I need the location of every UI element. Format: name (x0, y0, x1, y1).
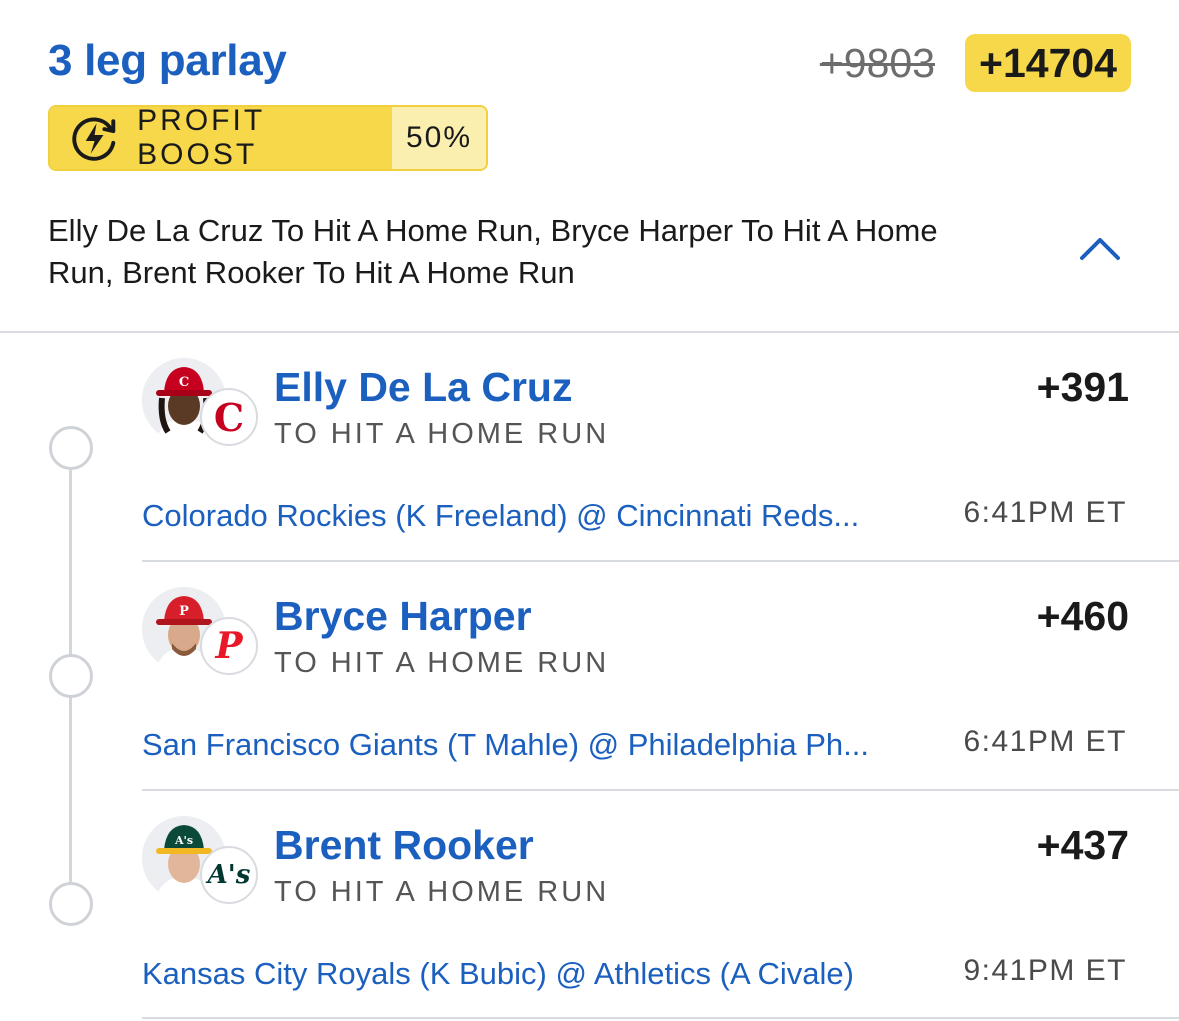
market-label: TO HIT A HOME RUN (274, 876, 610, 908)
svg-text:P: P (179, 604, 189, 619)
profit-boost-percent: 50% (392, 107, 486, 169)
lightning-bolt-icon (72, 117, 116, 161)
market-label: TO HIT A HOME RUN (274, 418, 610, 450)
player-name[interactable]: Elly De La Cruz (274, 364, 572, 411)
player-name[interactable]: Bryce Harper (274, 593, 532, 640)
market-label: TO HIT A HOME RUN (274, 647, 610, 679)
profit-boost-main: PROFIT BOOST (50, 107, 392, 169)
divider (142, 1017, 1179, 1019)
leg-odds: +391 (1036, 364, 1129, 410)
svg-text:A's: A's (174, 834, 193, 847)
leg-odds: +437 (1036, 822, 1129, 868)
timeline-node (49, 426, 93, 470)
leg-item[interactable]: C C Elly De La Cruz TO HIT A HOME RUN +3… (142, 334, 1179, 562)
game-matchup-link[interactable]: San Francisco Giants (T Mahle) @ Philade… (142, 727, 869, 763)
profit-boost-label: PROFIT BOOST (137, 105, 265, 171)
svg-text:C: C (179, 375, 189, 390)
divider (142, 789, 1179, 791)
team-logo-text: A's (207, 860, 251, 890)
game-time: 6:41PM ET (963, 725, 1127, 758)
chevron-up-icon[interactable] (1078, 234, 1122, 262)
team-logo: A's (200, 846, 258, 904)
player-name[interactable]: Brent Rooker (274, 822, 534, 869)
boosted-odds-badge: +14704 (965, 34, 1131, 92)
timeline-node (49, 882, 93, 926)
parlay-summary: Elly De La Cruz To Hit A Home Run, Bryce… (48, 213, 938, 290)
parlay-title[interactable]: 3 leg parlay (48, 36, 287, 86)
parlay-card: 3 leg parlay +9803 +14704 PROFIT BOOST 5… (0, 0, 1179, 1021)
original-odds: +9803 (819, 40, 935, 86)
profit-boost-badge: PROFIT BOOST 50% (48, 105, 488, 171)
game-matchup-link[interactable]: Colorado Rockies (K Freeland) @ Cincinna… (142, 498, 859, 534)
team-logo-text: C (213, 394, 245, 440)
game-matchup-link[interactable]: Kansas City Royals (K Bubic) @ Athletics… (142, 956, 854, 992)
leg-item[interactable]: P P Bryce Harper TO HIT A HOME RUN +460 … (142, 563, 1179, 791)
team-logo-text: P (215, 625, 243, 667)
game-time: 9:41PM ET (963, 954, 1127, 987)
leg-odds: +460 (1036, 593, 1129, 639)
team-logo: P (200, 617, 258, 675)
leg-item[interactable]: A's A's Brent Rooker TO HIT A HOME RUN +… (142, 792, 1179, 1020)
divider (142, 560, 1179, 562)
timeline-node (49, 654, 93, 698)
divider (0, 331, 1179, 333)
team-logo: C (200, 388, 258, 446)
game-time: 6:41PM ET (963, 496, 1127, 529)
